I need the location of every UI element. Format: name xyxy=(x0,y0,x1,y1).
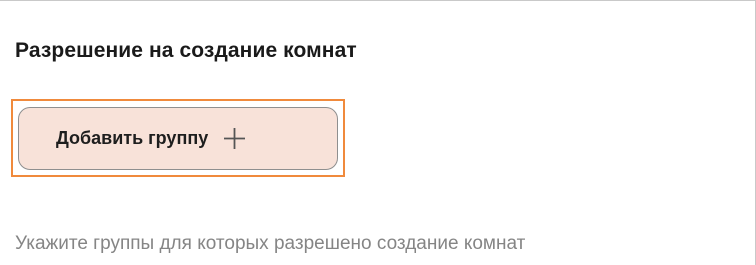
plus-icon xyxy=(223,127,246,150)
add-group-button[interactable]: Добавить группу xyxy=(18,107,338,170)
room-creation-permission-panel: Разрешение на создание комнат Добавить г… xyxy=(0,0,756,265)
hint-text: Укажите группы для которых разрешено соз… xyxy=(15,233,526,254)
section-title: Разрешение на создание комнат xyxy=(15,39,357,62)
add-group-button-label: Добавить группу xyxy=(56,128,209,148)
